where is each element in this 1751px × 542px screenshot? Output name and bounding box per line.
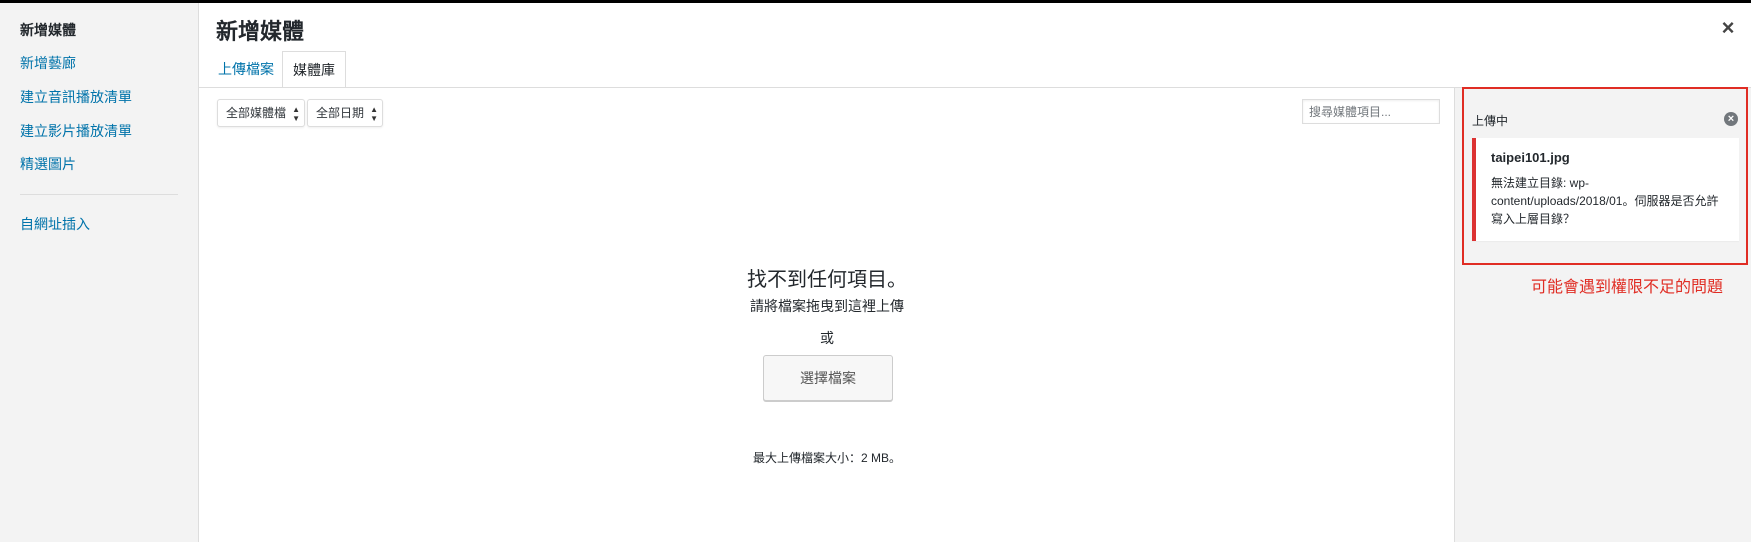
menu-item-video-playlist[interactable]: 建立影片播放清單 (20, 121, 132, 141)
drop-instructions: 請將檔案拖曳到這裡上傳 (750, 298, 904, 314)
search-input[interactable] (1302, 99, 1440, 124)
select-files-button[interactable]: 選擇檔案 (763, 355, 893, 401)
tab-media-library[interactable]: 媒體庫 (282, 51, 346, 88)
menu-item-insert-from-url[interactable]: 自網址插入 (20, 214, 90, 234)
menu-item-create-gallery[interactable]: 新增藝廊 (20, 53, 76, 73)
empty-state-title: 找不到任何項目。 (747, 269, 907, 291)
select-arrows-icon: ▲ ▼ (370, 105, 379, 123)
menu-separator (20, 194, 178, 195)
media-type-filter-value: 全部媒體檔 (226, 106, 287, 120)
close-icon[interactable]: × (1712, 12, 1744, 44)
tab-upload-files[interactable]: 上傳檔案 (208, 51, 284, 88)
max-upload-size: 最大上傳檔案大小：2 MB。 (752, 451, 901, 465)
media-type-filter[interactable]: 全部媒體檔 ▲ ▼ (217, 99, 306, 127)
date-filter[interactable]: 全部日期 ▲ ▼ (307, 99, 384, 127)
date-filter-value: 全部日期 (316, 106, 365, 120)
menu-item-add-media[interactable]: 新增媒體 (20, 20, 76, 40)
annotation-text: 可能會遇到權限不足的問題 (1531, 279, 1724, 296)
error-filename: taipei101.jpg (1491, 150, 1570, 165)
media-menu: 新增媒體 新增藝廊 建立音訊播放清單 建立影片播放清單 精選圖片 自網址插入 (0, 3, 199, 542)
upload-error-card: taipei101.jpg 無法建立目錄: wp-content/uploads… (1472, 138, 1739, 241)
page-title: 新增媒體 (216, 19, 305, 44)
top-bar (0, 0, 1751, 3)
error-message: 無法建立目錄: wp-content/uploads/2018/01。伺服器是否… (1491, 176, 1719, 226)
uploading-label: 上傳中 (1472, 114, 1509, 128)
or-text: 或 (820, 330, 834, 346)
dismiss-errors-icon[interactable]: × (1724, 112, 1738, 126)
menu-item-featured-image[interactable]: 精選圖片 (20, 154, 76, 174)
select-arrows-icon: ▲ ▼ (292, 105, 301, 123)
menu-item-audio-playlist[interactable]: 建立音訊播放清單 (20, 87, 132, 107)
